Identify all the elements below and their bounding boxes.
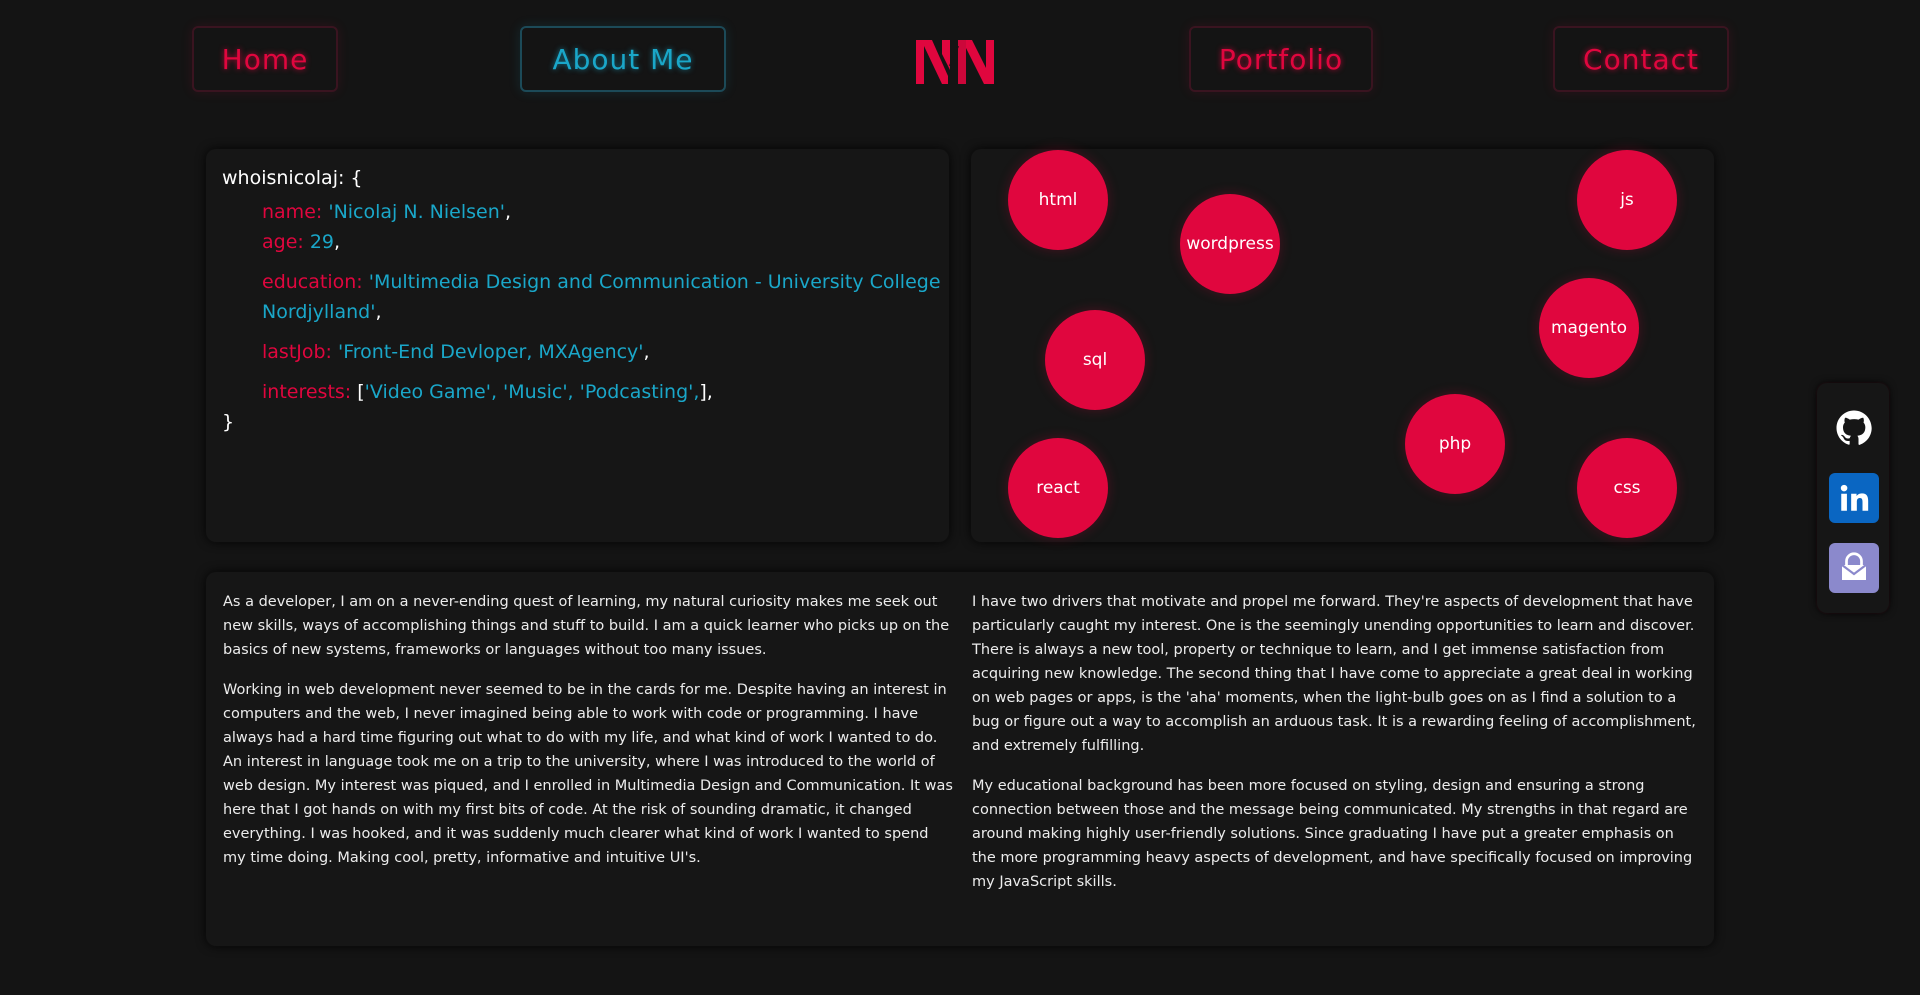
nav-about-button[interactable]: About Me (520, 26, 726, 92)
nav-contact-button[interactable]: Contact (1553, 26, 1729, 92)
code-education-value-1: 'Multimedia Design and Communication - U… (368, 271, 941, 293)
code-lastjob-line: lastJob: 'Front-End Devloper, MXAgency', (262, 341, 650, 363)
skill-bubble-css[interactable]: css (1577, 438, 1677, 538)
code-name-line: name: 'Nicolaj N. Nielsen', (262, 201, 512, 223)
linkedin-icon[interactable] (1829, 473, 1879, 523)
code-name-key: name: (262, 201, 323, 223)
code-name-value: 'Nicolaj N. Nielsen' (328, 201, 505, 223)
skill-bubble-html[interactable]: html (1008, 150, 1108, 250)
about-left-column: As a developer, I am on a never-ending q… (223, 590, 953, 886)
skill-bubble-js[interactable]: js (1577, 150, 1677, 250)
nav-portfolio-button[interactable]: Portfolio (1189, 26, 1373, 92)
skill-bubble-php[interactable]: php (1405, 394, 1505, 494)
skill-bubble-react[interactable]: react (1008, 438, 1108, 538)
code-age-value: 29 (309, 231, 335, 253)
nav-contact-label: Contact (1583, 42, 1699, 76)
code-interests-line: interests: ['Video Game', 'Music', 'Podc… (262, 381, 713, 403)
nav-portfolio-label: Portfolio (1218, 42, 1344, 76)
about-paragraph: Working in web development never seemed … (223, 682, 953, 866)
code-age-line: age: 29, (262, 231, 341, 253)
about-paragraph: My educational background has been more … (972, 778, 1693, 890)
nav-home-button[interactable]: Home (192, 26, 338, 92)
about-paragraph: As a developer, I am on a never-ending q… (223, 594, 950, 658)
code-education-line: education: 'Multimedia Design and Commun… (262, 267, 941, 297)
nav-home-label: Home (221, 42, 309, 76)
code-age-key: age: (262, 231, 304, 253)
github-icon[interactable] (1829, 403, 1879, 453)
code-object-name: whoisnicolaj: { (222, 167, 363, 189)
code-lastjob-value: 'Front-End Devloper, MXAgency' (338, 341, 644, 363)
code-closing-brace: } (222, 411, 235, 433)
skill-bubble-sql[interactable]: sql (1045, 310, 1145, 410)
code-lastjob-key: lastJob: (262, 341, 332, 363)
code-education-key: education: (262, 271, 363, 293)
code-interests-value: 'Video Game', 'Music', 'Podcasting', (364, 381, 700, 403)
skill-bubble-magento[interactable]: magento (1539, 278, 1639, 378)
skill-bubble-wordpress[interactable]: wordpress (1180, 194, 1280, 294)
about-right-column: I have two drivers that motivate and pro… (972, 590, 1700, 910)
protonmail-icon[interactable] (1829, 543, 1879, 593)
code-interests-key: interests: (262, 381, 352, 403)
nn-logo[interactable] (914, 36, 998, 88)
social-sidebar (1817, 383, 1889, 613)
code-education-value-2: Nordjylland' (262, 301, 376, 323)
nav-about-label: About Me (552, 42, 694, 76)
code-education-line-2: Nordjylland', (262, 301, 382, 323)
about-paragraph: I have two drivers that motivate and pro… (972, 594, 1696, 754)
